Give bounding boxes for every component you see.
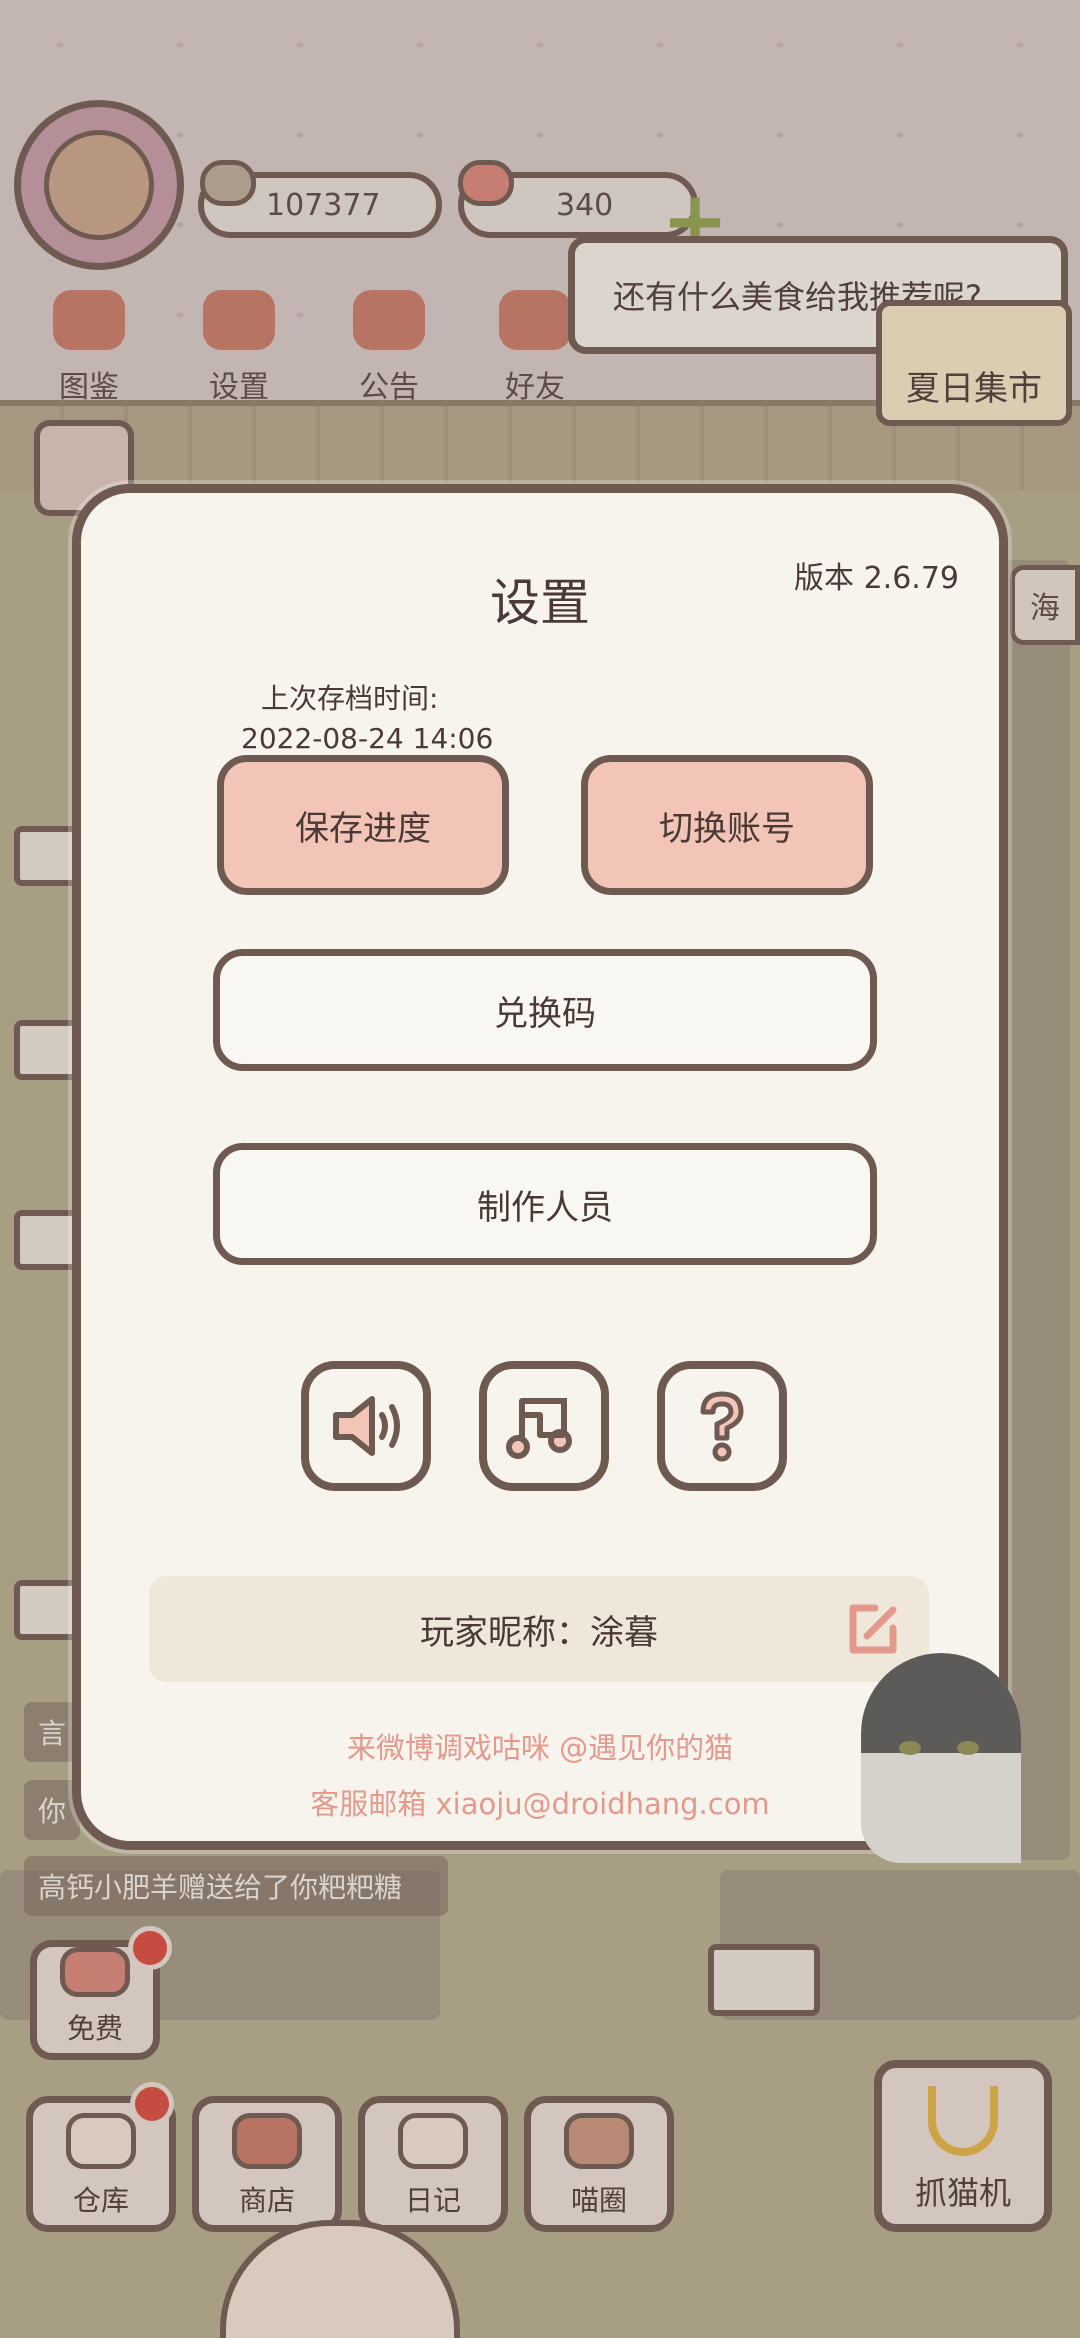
switch-account-label: 切换账号 [659, 808, 795, 849]
credits-button[interactable]: 制作人员 [213, 1143, 877, 1265]
last-save-info: 上次存档时间: 2022-08-24 14:06 [241, 679, 493, 759]
help-button[interactable] [657, 1361, 787, 1491]
sound-toggle-button[interactable] [301, 1361, 431, 1491]
version-label: 版本 2.6.79 [794, 561, 959, 596]
nickname-field: 玩家昵称：涂暮 [149, 1576, 929, 1682]
music-note-icon [506, 1398, 572, 1459]
speaker-icon [333, 1396, 400, 1456]
last-save-label: 上次存档时间: [261, 682, 439, 715]
last-save-time: 2022-08-24 14:06 [241, 722, 494, 755]
music-toggle-button[interactable] [479, 1361, 609, 1491]
nickname-label: 玩家昵称：涂暮 [420, 1612, 658, 1653]
save-progress-button[interactable]: 保存进度 [217, 755, 509, 895]
cat-photo [861, 1653, 1021, 1863]
redeem-code-label: 兑换码 [494, 993, 596, 1034]
switch-account-button[interactable]: 切换账号 [581, 755, 873, 895]
edit-icon[interactable] [843, 1600, 901, 1658]
question-icon [700, 1391, 744, 1462]
save-progress-label: 保存进度 [295, 808, 431, 849]
credits-label: 制作人员 [477, 1187, 613, 1228]
redeem-code-button[interactable]: 兑换码 [213, 949, 877, 1071]
settings-dialog: 设置 版本 2.6.79 上次存档时间: 2022-08-24 14:06 保存… [72, 484, 1021, 1863]
